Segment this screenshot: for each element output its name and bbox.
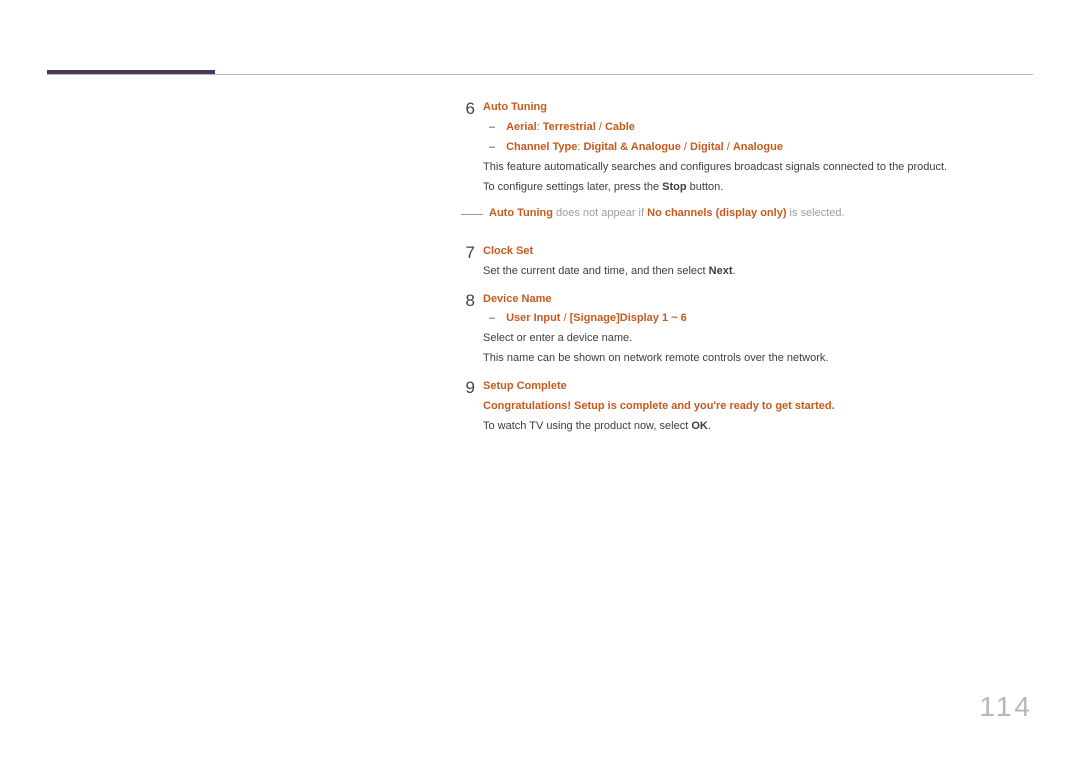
step-7: 7 Clock Set Set the current date and tim… — [455, 244, 1035, 280]
step-desc: This feature automatically searches and … — [483, 160, 1035, 176]
desc-part: . — [732, 265, 735, 277]
opt-user-input: User Input — [506, 312, 560, 324]
step-title: Setup Complete — [483, 380, 567, 392]
page-content: 6 Auto Tuning ‒ Aerial: Terrestrial / Ca… — [455, 100, 1035, 447]
note-hl: No channels (display only) — [647, 207, 786, 219]
step-number: 7 — [455, 241, 475, 280]
dash-icon: ‒ — [489, 140, 503, 156]
note-part: is selected. — [786, 207, 844, 219]
opt-terrestrial: Terrestrial — [543, 121, 596, 133]
next-label: Next — [709, 265, 733, 277]
step-desc: To watch TV using the product now, selec… — [483, 419, 1035, 435]
opt-signage: [Signage]Display 1 ~ 6 — [570, 312, 687, 324]
step-number: 8 — [455, 289, 475, 368]
step-number: 9 — [455, 376, 475, 435]
note-hl: Auto Tuning — [489, 207, 553, 219]
step-body: Device Name ‒ User Input / [Signage]Disp… — [483, 292, 1035, 368]
dash-icon: ‒ — [489, 120, 503, 136]
step-title: Device Name — [483, 293, 552, 305]
opt-dig-ana: Digital & Analogue — [584, 141, 681, 153]
sub-bullet-aerial: ‒ Aerial: Terrestrial / Cable — [483, 120, 1035, 136]
opt-analogue: Analogue — [733, 141, 783, 153]
slash: / — [681, 141, 690, 153]
congrats-text: Congratulations! Setup is complete and y… — [483, 400, 835, 412]
channel-type-label: Channel Type — [506, 141, 577, 153]
desc-part: Set the current date and time, and then … — [483, 265, 709, 277]
step-desc: Set the current date and time, and then … — [483, 264, 1035, 280]
step-title: Clock Set — [483, 245, 533, 257]
slash: / — [596, 121, 605, 133]
stop-label: Stop — [662, 181, 686, 193]
page-number: 114 — [979, 691, 1033, 723]
sub-bullet-user-input: ‒ User Input / [Signage]Display 1 ~ 6 — [483, 311, 1035, 327]
note-dash-icon — [461, 214, 483, 215]
step-body: Clock Set Set the current date and time,… — [483, 244, 1035, 280]
slash: / — [724, 141, 733, 153]
note-part: does not appear if — [553, 207, 647, 219]
opt-cable: Cable — [605, 121, 635, 133]
step-6: 6 Auto Tuning ‒ Aerial: Terrestrial / Ca… — [455, 100, 1035, 232]
dash-icon: ‒ — [489, 311, 503, 327]
desc-part: button. — [687, 181, 724, 193]
step-desc2: To configure settings later, press the S… — [483, 180, 1035, 196]
opt-digital: Digital — [690, 141, 724, 153]
ok-label: OK — [691, 420, 708, 432]
note-auto-tuning: Auto Tuning does not appear if No channe… — [461, 206, 1035, 222]
slash: / — [560, 312, 569, 324]
step-body: Auto Tuning ‒ Aerial: Terrestrial / Cabl… — [483, 100, 1035, 232]
step-body: Setup Complete Congratulations! Setup is… — [483, 379, 1035, 435]
desc-part: To configure settings later, press the — [483, 181, 662, 193]
aerial-label: Aerial — [506, 121, 537, 133]
step-desc1: Select or enter a device name. — [483, 331, 1035, 347]
header-rule — [47, 74, 1033, 75]
sub-bullet-channel-type: ‒ Channel Type: Digital & Analogue / Dig… — [483, 140, 1035, 156]
step-8: 8 Device Name ‒ User Input / [Signage]Di… — [455, 292, 1035, 368]
desc-part: To watch TV using the product now, selec… — [483, 420, 691, 432]
step-9: 9 Setup Complete Congratulations! Setup … — [455, 379, 1035, 435]
note-text: Auto Tuning does not appear if No channe… — [489, 206, 1035, 222]
step-desc2: This name can be shown on network remote… — [483, 351, 1035, 367]
step-title: Auto Tuning — [483, 101, 547, 113]
desc-part: . — [708, 420, 711, 432]
